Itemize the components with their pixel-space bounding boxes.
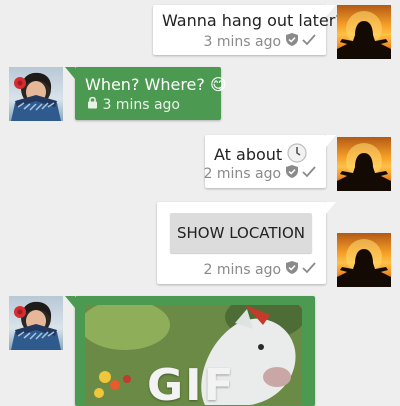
shield-icon [285,165,298,183]
message-timestamp: 2 mins ago [203,166,282,182]
show-location-button[interactable]: SHOW LOCATION [170,213,312,253]
avatar-silhouette-image [337,239,391,287]
message-text: Wanna hang out later? [162,11,344,30]
message-bubble-incoming[interactable]: When? Where? 😋 3 mins ago [65,67,227,120]
avatar[interactable] [9,296,63,350]
message-text: When? Where? 😋 [85,75,227,94]
avatar[interactable] [337,137,391,191]
lock-icon [87,96,98,114]
check-icon [302,261,316,279]
gif-image[interactable]: GIF [85,305,302,405]
shield-icon [285,33,298,51]
message-meta: 2 mins ago [204,165,316,183]
message-meta: 3 mins ago [87,96,180,114]
avatar-photo-image [11,301,61,350]
bubble-tail [65,296,75,308]
avatar-silhouette-image [337,11,391,59]
bubble-tail [326,202,336,214]
avatar-silhouette-image [337,143,391,191]
message-timestamp: 2 mins ago [203,262,282,278]
shield-icon [285,261,298,279]
avatar[interactable] [337,5,391,59]
message-bubble-outgoing[interactable]: At about 2 mins ago [204,135,336,188]
message-bubble-outgoing[interactable]: Wanna hang out later? 3 mins ago [153,5,344,55]
message-timestamp: 3 mins ago [203,34,282,50]
bubble-tail [326,135,336,147]
check-icon [302,165,316,183]
message-text: At about [214,145,283,164]
message-bubble-outgoing[interactable]: SHOW LOCATION 2 mins ago [157,202,336,284]
avatar[interactable] [337,233,391,287]
message-meta: 3 mins ago [204,33,316,51]
check-icon [302,33,316,51]
bubble-tail [65,67,75,79]
message-timestamp: 3 mins ago [102,97,180,113]
avatar-photo-image [11,72,61,121]
avatar[interactable] [9,67,63,121]
gif-label: GIF [147,360,236,406]
message-meta: 2 mins ago [204,261,316,279]
